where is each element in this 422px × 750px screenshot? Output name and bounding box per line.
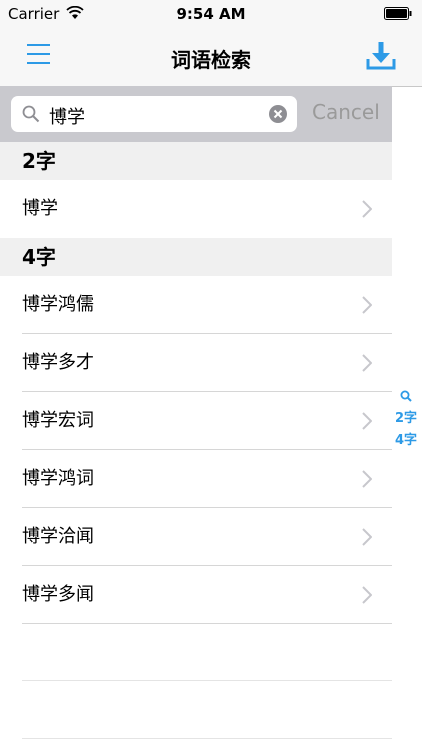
search-icon xyxy=(22,105,40,123)
empty-row-separator xyxy=(22,680,392,681)
list-item[interactable]: 博学多才 xyxy=(0,334,392,392)
results-list: 2字 博学 4字 博学鸿儒 博学多才 博学宏词 博学鸿词 博学洽闻 博学多闻 xyxy=(0,142,392,624)
search-bar: 博学 Cancel xyxy=(0,86,392,142)
section-header: 2字 xyxy=(0,142,392,180)
list-item-label: 博学 xyxy=(22,198,58,219)
list-item-label: 博学鸿词 xyxy=(22,468,94,489)
list-item-label: 博学洽闻 xyxy=(22,526,94,547)
chevron-right-icon xyxy=(362,470,372,488)
download-icon[interactable] xyxy=(366,40,396,70)
search-query-text: 博学 xyxy=(49,107,85,128)
index-search-icon[interactable] xyxy=(400,390,412,402)
index-item-2[interactable]: 2字 xyxy=(392,408,420,430)
cancel-button[interactable]: Cancel xyxy=(312,100,380,124)
page-title: 词语检索 xyxy=(171,48,251,72)
list-item[interactable]: 博学鸿词 xyxy=(0,450,392,508)
chevron-right-icon xyxy=(362,412,372,430)
list-item[interactable]: 博学宏词 xyxy=(0,392,392,450)
search-input[interactable]: 博学 xyxy=(11,96,297,132)
chevron-right-icon xyxy=(362,296,372,314)
navigation-bar: 词语检索 xyxy=(0,28,422,87)
empty-row-separator xyxy=(22,738,392,739)
chevron-right-icon xyxy=(362,354,372,372)
chevron-right-icon xyxy=(362,586,372,604)
section-index[interactable]: 2字 4字 xyxy=(392,386,420,452)
list-item[interactable]: 博学洽闻 xyxy=(0,508,392,566)
list-item[interactable]: 博学多闻 xyxy=(0,566,392,624)
list-item[interactable]: 博学 xyxy=(0,180,392,238)
list-item-label: 博学鸿儒 xyxy=(22,294,94,315)
index-item-4[interactable]: 4字 xyxy=(392,430,420,452)
list-item[interactable]: 博学鸿儒 xyxy=(0,276,392,334)
section-header: 4字 xyxy=(0,238,392,276)
clock-label: 9:54 AM xyxy=(176,5,246,23)
chevron-right-icon xyxy=(362,528,372,546)
clear-icon[interactable] xyxy=(269,105,287,123)
list-item-label: 博学宏词 xyxy=(22,410,94,431)
chevron-right-icon xyxy=(362,200,372,218)
list-item-label: 博学多才 xyxy=(22,352,94,373)
battery-icon xyxy=(384,7,412,20)
list-item-label: 博学多闻 xyxy=(22,584,94,605)
status-bar: Carrier 9:54 AM xyxy=(0,0,422,28)
